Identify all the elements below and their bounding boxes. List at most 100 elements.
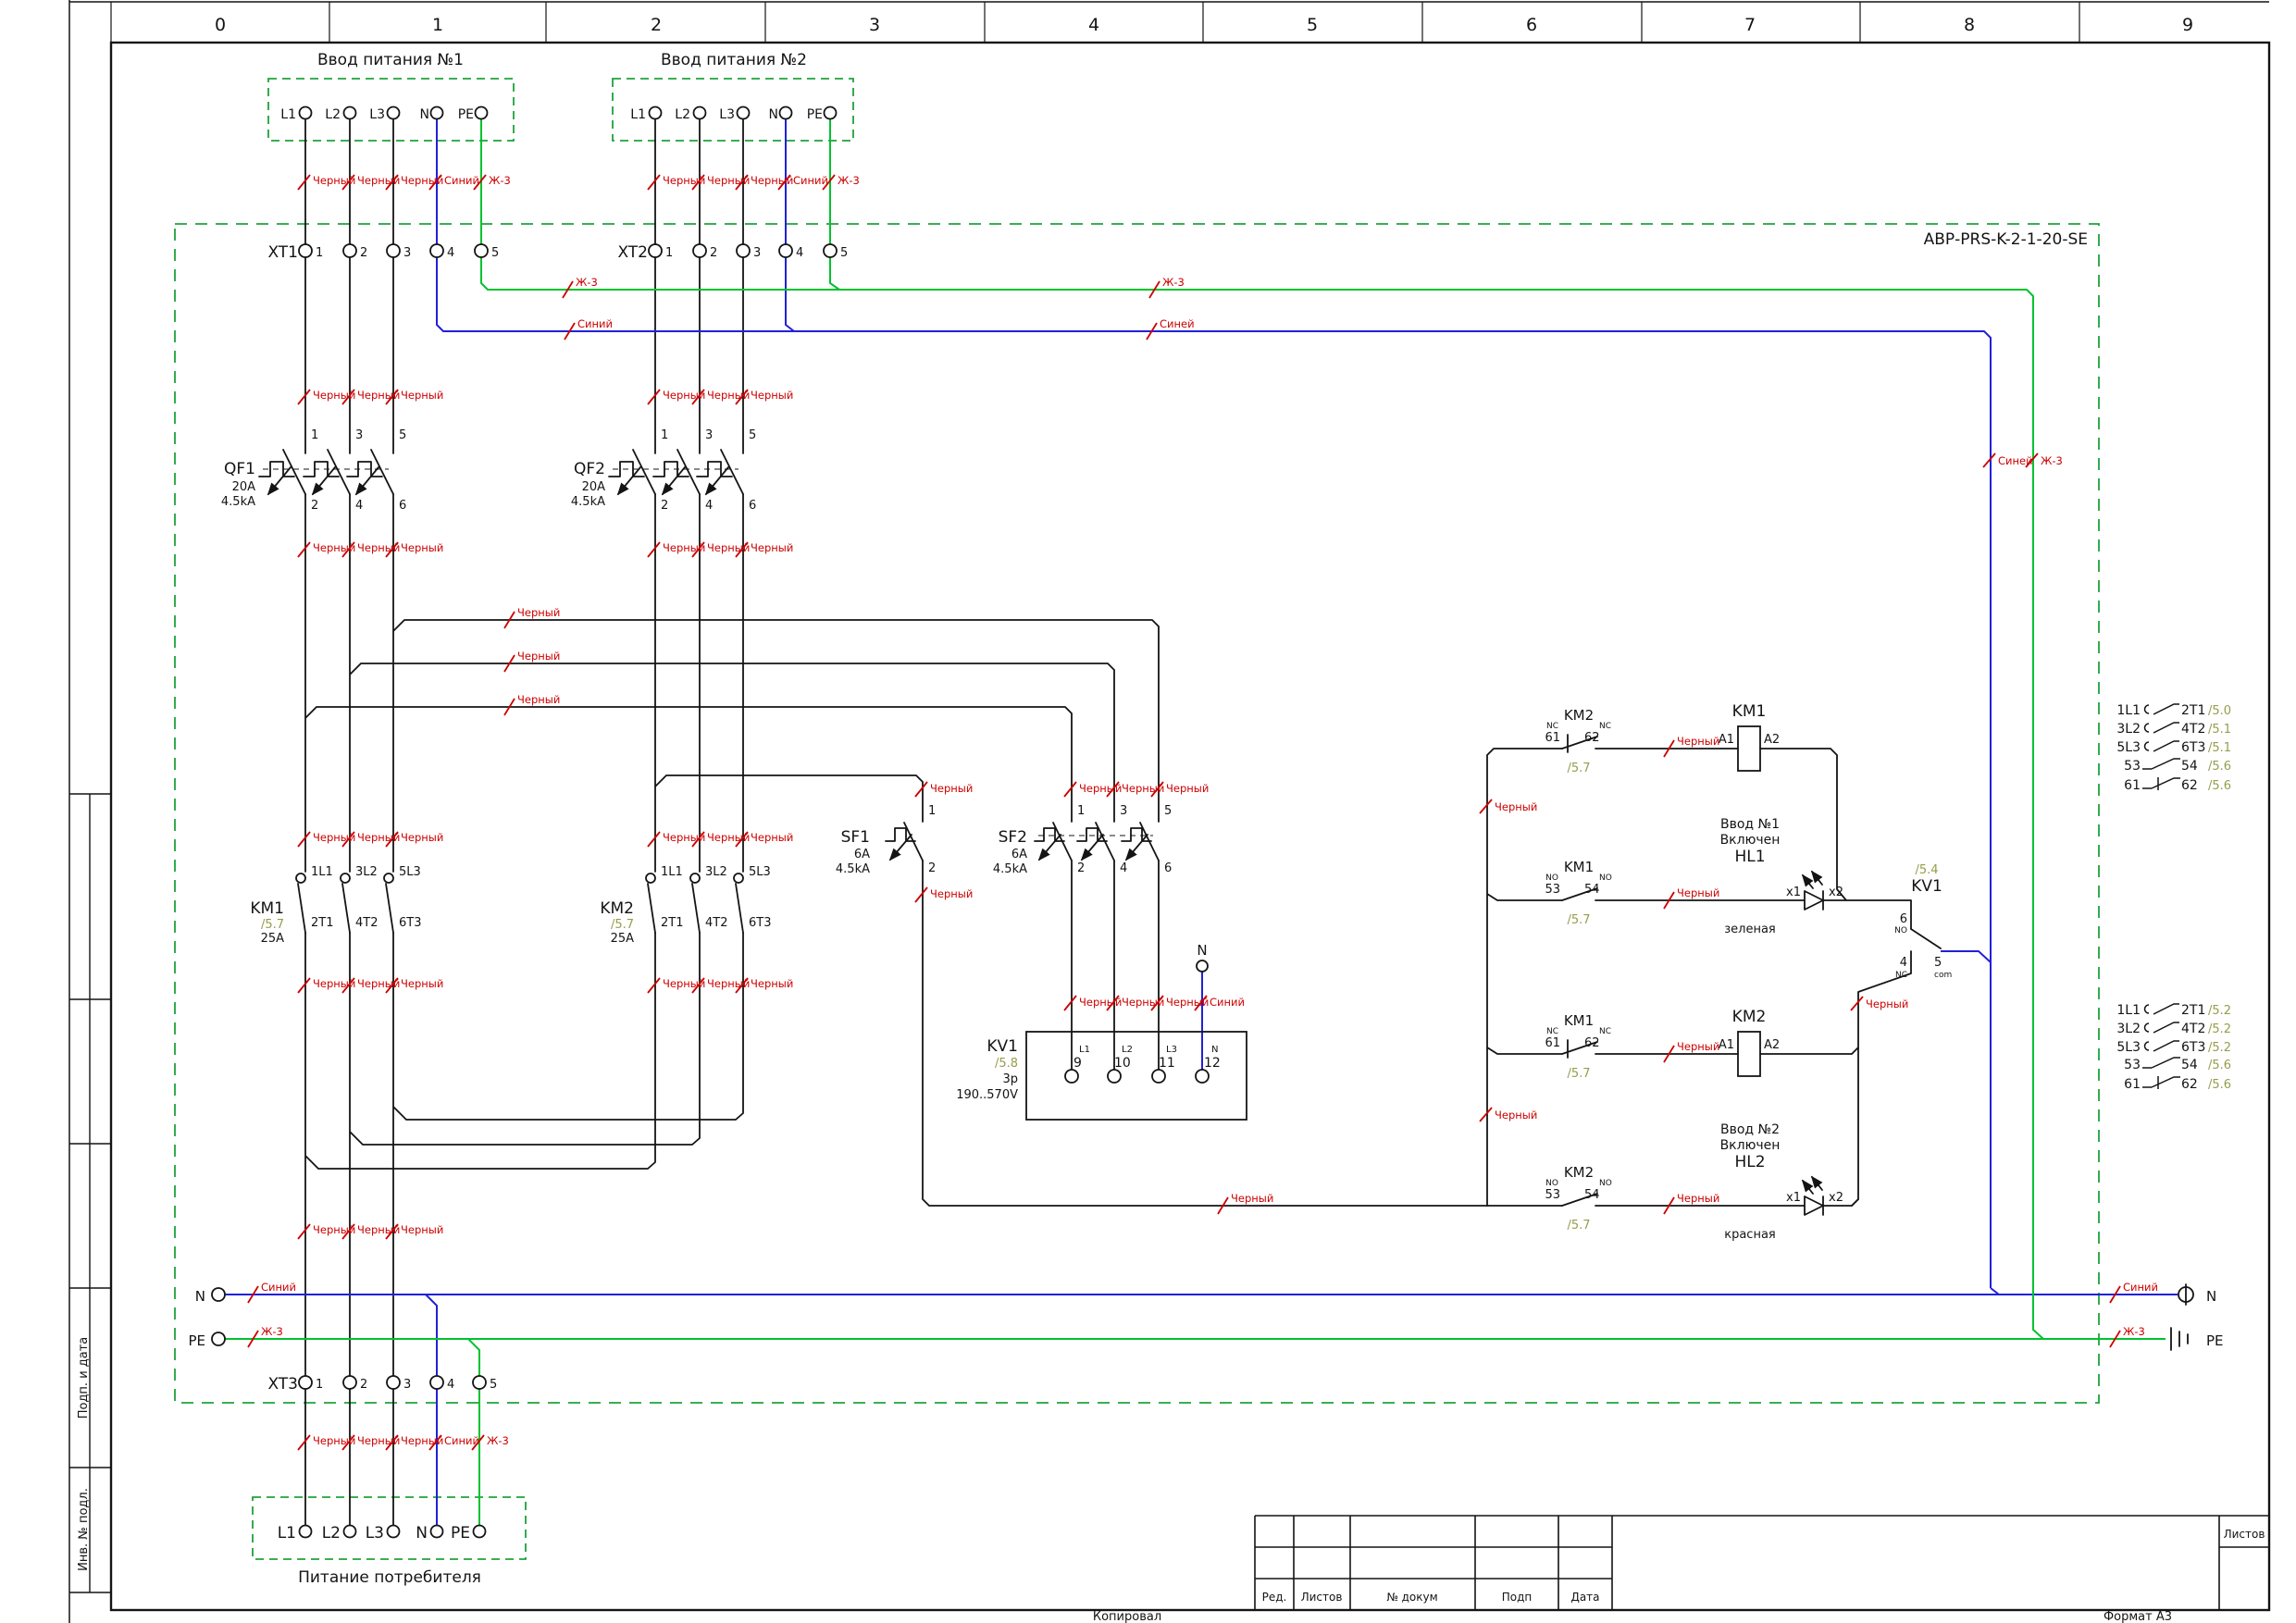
km1no-name: KM1	[1564, 859, 1594, 875]
xref-ref: /5.0	[2208, 704, 2231, 718]
ruler-9: 9	[2182, 15, 2193, 35]
qf2-t3: 3	[705, 428, 713, 442]
kv1-ref: /5.8	[995, 1057, 1018, 1071]
xref-ref: /5.6	[2208, 1078, 2231, 1092]
wire-label: Черный	[751, 831, 793, 844]
ruler-2: 2	[651, 15, 662, 35]
wire-label: Черный	[1677, 735, 1719, 748]
xref-cell: 2T1	[2181, 1003, 2205, 1018]
load-N: N	[416, 1524, 428, 1542]
wire-label: Ж-3	[838, 174, 860, 187]
contactor-km2-main: KM2 /5.7 25A 1L1 3L2 5L3 2T1 4T2 6T3	[600, 865, 771, 946]
xt3-name: XT3	[267, 1375, 298, 1394]
wire-label: Черный	[401, 831, 443, 844]
xref-cell: 2T1	[2181, 703, 2205, 718]
kv1-L3: L3	[1166, 1045, 1177, 1055]
wire-label: Черный	[1677, 1040, 1719, 1053]
wire-label: Черный	[401, 1223, 443, 1236]
xt2-1: 1	[665, 246, 673, 260]
km2no-53: 53	[1545, 1188, 1560, 1202]
wire-label: Синий	[1210, 996, 1245, 1009]
km2no-54: 54	[1584, 1188, 1600, 1202]
xt2-5: 5	[840, 246, 848, 260]
xref-cell: 4T2	[2181, 1022, 2205, 1036]
xt3-3: 3	[403, 1378, 411, 1392]
hl1-color: зеленая	[1724, 923, 1776, 936]
wire-label: Ж-3	[1162, 276, 1185, 289]
sf2-current: 6A	[1011, 848, 1027, 861]
xref-cell: 3L2	[2116, 1022, 2141, 1036]
breaker-qf1: QF1 20A 4.5kA 1 3 5 2 4 6	[221, 428, 406, 513]
sf1-current: 6A	[854, 848, 870, 861]
src1-L3: L3	[369, 107, 385, 122]
sf2-breaking: 4.5kA	[993, 862, 1027, 876]
km2nc-62: 62	[1584, 731, 1600, 745]
load-L1: L1	[278, 1524, 296, 1542]
qf1-breaking: 4.5kA	[221, 495, 255, 509]
km1nc-name: KM1	[1564, 1012, 1594, 1029]
km1-3L2: 3L2	[355, 865, 378, 879]
km1-5L3: 5L3	[399, 865, 421, 879]
breaker-sf2: SF2 6A 4.5kA 1 3 5 2 4 6	[993, 804, 1172, 876]
margin-inventory: Инв. № подл.	[77, 1488, 91, 1571]
qf1-t2: 2	[311, 499, 318, 513]
km1-2T1: 2T1	[311, 916, 333, 930]
wire-label: Черный	[1495, 1109, 1537, 1121]
wires-green	[225, 119, 2166, 1525]
hl2-caption-2: Включен	[1720, 1138, 1781, 1153]
sf2-t1: 1	[1077, 804, 1085, 818]
km2nc-name: KM2	[1564, 707, 1594, 724]
xref-cell: 5L3	[2116, 740, 2141, 755]
copied-label: Копировал	[1093, 1610, 1161, 1623]
kv1-name: KV1	[987, 1037, 1018, 1056]
src2-N: N	[769, 107, 778, 122]
tb-sign: Подп	[1502, 1591, 1533, 1604]
breaker-qf2: QF2 20A 4.5kA 1 3 5 2 4 6	[571, 428, 756, 513]
hl2-caption-1: Ввод №2	[1720, 1122, 1780, 1137]
km2nc-ref: /5.7	[1567, 762, 1590, 775]
qf2-t4: 4	[705, 499, 713, 513]
terminal-block-xt1: XT1 1 2 3 4 5	[267, 243, 499, 262]
km2no-sub-l: NO	[1545, 1179, 1558, 1188]
hl2-x1: x1	[1786, 1191, 1801, 1205]
wire-label: Черный	[751, 174, 793, 187]
kv1-N: N	[1211, 1045, 1218, 1055]
wire-label: Черный	[401, 977, 443, 990]
qf2-breaking: 4.5kA	[571, 495, 605, 509]
km1-name: KM1	[250, 899, 284, 918]
xref-cell: 53	[2124, 1058, 2141, 1072]
wire-label: Синий	[793, 174, 828, 187]
xref-ref: /5.2	[2208, 1004, 2231, 1018]
boundaries: АВР-PRS-K-2-1-20-SE Ввод питания №1 Ввод…	[174, 51, 2100, 1587]
margin-table: Подп. и дата Инв. № подл.	[69, 793, 111, 1593]
wire-label: Черный	[517, 693, 560, 706]
sf1-t2: 2	[928, 861, 936, 875]
ruler-6: 6	[1526, 15, 1537, 35]
wire-label: Синий	[261, 1281, 296, 1294]
km2-6T3: 6T3	[749, 916, 771, 930]
kv1-10: 10	[1114, 1056, 1131, 1071]
xref-ref: /5.1	[2208, 723, 2231, 737]
cabinet-title: АВР-PRS-K-2-1-20-SE	[1924, 230, 2088, 249]
kv1-12: 12	[1204, 1056, 1221, 1071]
kv1c-name: KV1	[1911, 877, 1942, 896]
src2-PE: PE	[807, 107, 823, 122]
xref-cell: 61	[2124, 1077, 2141, 1092]
km2-1L1: 1L1	[661, 865, 683, 879]
km2-coil-A1: A1	[1719, 1038, 1734, 1052]
km1nc-61: 61	[1545, 1036, 1560, 1050]
km2-2T1: 2T1	[661, 916, 683, 930]
xt2-3: 3	[753, 246, 761, 260]
src1-L1: L1	[280, 107, 296, 122]
wire-label: Черный	[1231, 1192, 1273, 1205]
qf1-t6: 6	[399, 499, 406, 513]
qf2-t1: 1	[661, 428, 668, 442]
xref-ref: /5.1	[2208, 741, 2231, 755]
km1-ref: /5.7	[261, 918, 284, 932]
hl2-x2: x2	[1829, 1191, 1843, 1205]
km1-1L1: 1L1	[311, 865, 333, 879]
xref-cell: 4T2	[2181, 722, 2205, 737]
hl1-x2: x2	[1829, 886, 1843, 899]
xref-cell: 1L1	[2116, 1003, 2141, 1018]
kv1c-5: 5	[1934, 956, 1942, 970]
